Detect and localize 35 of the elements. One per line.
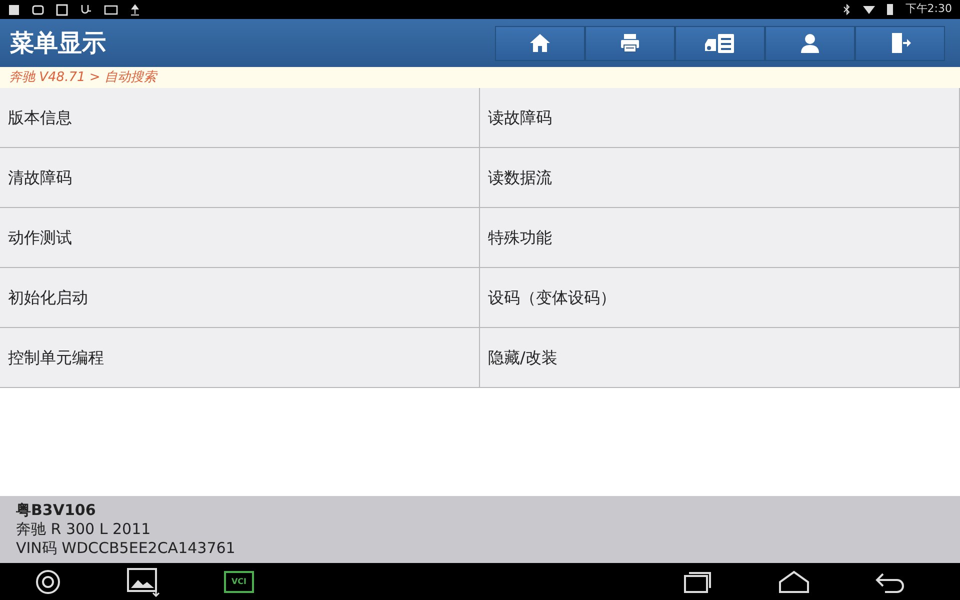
toolbar-button[interactable] [585,26,675,60]
toolbar-button[interactable] [765,26,855,60]
toolbar-button[interactable] [855,26,945,60]
battery-icon [887,4,894,15]
toolbar-button[interactable] [495,26,585,60]
menu-item[interactable]: 隐藏/改装 [480,328,960,388]
browser-icon[interactable] [35,568,61,594]
vehicle-model: 奔驰 R 300 L 2011 [16,520,152,539]
menu-item[interactable]: 动作测试 [0,208,480,268]
page-title: 菜单显示 [10,28,106,59]
home-nav-icon[interactable] [778,570,810,594]
menu-item[interactable]: 控制单元编程 [0,328,480,388]
user-icon [798,31,822,55]
breadcrumb: 奔驰 V48.71 > 自动搜索 [9,68,156,87]
menu-item[interactable]: 读数据流 [480,148,960,208]
gallery-icon[interactable] [126,566,160,596]
menu-item[interactable]: 特殊功能 [480,208,960,268]
car-clipboard-icon [703,31,737,55]
clock: 下午2:30 [905,1,952,18]
menu-item[interactable]: 设码（变体设码） [480,268,960,328]
usb-icon [80,4,92,16]
menu-item[interactable]: 初始化启动 [0,268,480,328]
home-icon [528,31,552,55]
bluetooth-icon [843,4,852,16]
menu-item[interactable]: 读故障码 [480,88,960,148]
recent-apps-icon[interactable] [683,570,713,594]
vci-icon[interactable]: VCI [224,570,254,592]
printer-icon [618,31,642,55]
vin-number: VIN码 WDCCB5EE2CA143761 [16,539,236,558]
wifi-icon [863,4,876,14]
menu-item[interactable]: 版本信息 [0,88,480,148]
toolbar-button[interactable] [675,26,765,60]
license-plate: 粤B3V106 [16,501,97,520]
upload-icon [130,4,140,16]
menu-item[interactable]: 清故障码 [0,148,480,208]
